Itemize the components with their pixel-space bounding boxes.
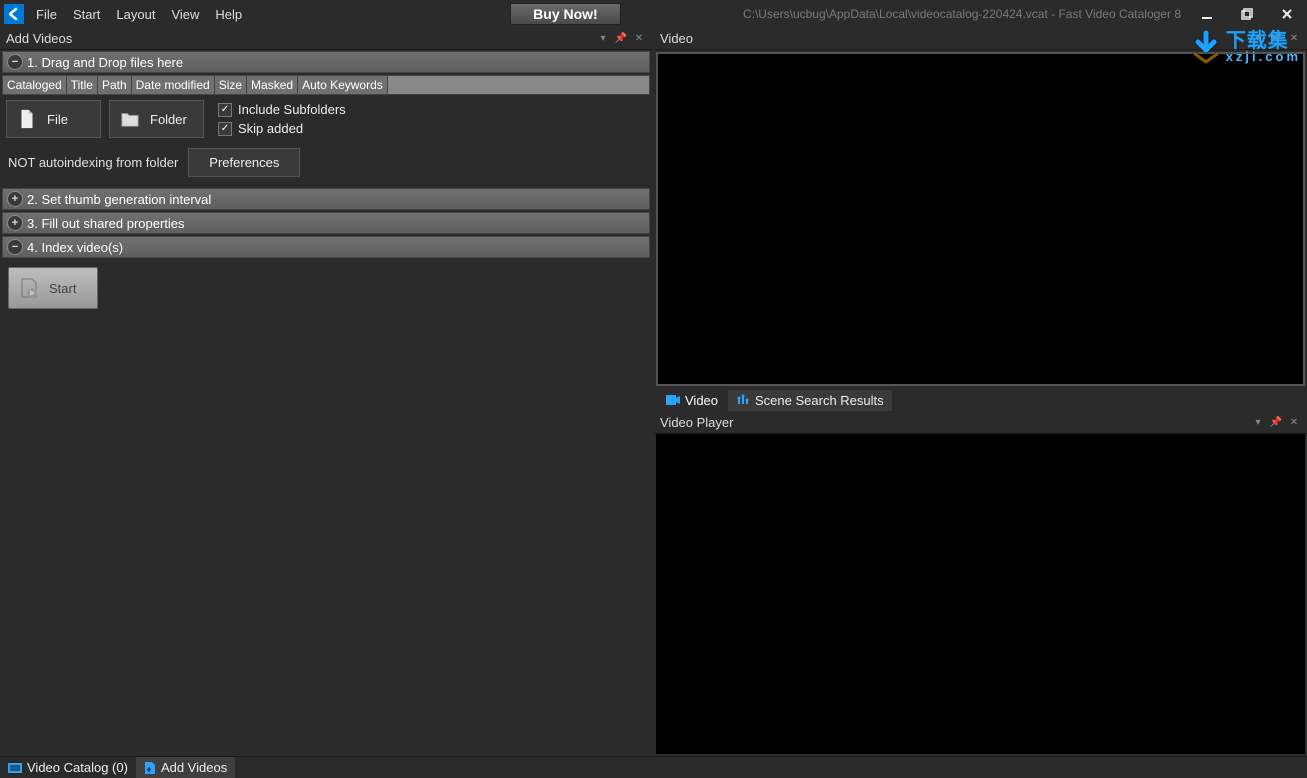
video-tab-icon [666,394,680,406]
video-tabs: Video Scene Search Results [654,388,1307,412]
video-viewport [656,52,1305,386]
section-2-label: 2. Set thumb generation interval [27,192,211,207]
tab-add-label: Add Videos [161,760,227,775]
col-size[interactable]: Size [215,76,247,94]
col-empty [388,76,649,94]
video-player-title: Video Player [660,415,733,430]
video-panel-title: Video [660,31,693,46]
file-button-label: File [47,112,68,127]
section-1-label: 1. Drag and Drop files here [27,55,183,70]
col-path[interactable]: Path [98,76,132,94]
menu-layout[interactable]: Layout [108,3,163,26]
bottom-tabs: Video Catalog (0) Add Videos [0,756,1307,778]
add-videos-icon [144,761,156,775]
include-subfolders-checkbox[interactable]: ✓ [218,103,232,117]
col-cataloged[interactable]: Cataloged [3,76,67,94]
scene-search-icon [736,394,750,406]
autoindex-row: NOT autoindexing from folder Preferences [8,148,644,177]
file-button[interactable]: File [6,100,101,138]
panel-dropdown-icon[interactable]: ▾ [1251,416,1265,430]
collapse-icon[interactable]: − [7,239,23,255]
start-icon [17,276,41,300]
tab-add-videos[interactable]: Add Videos [136,757,235,778]
menu-view[interactable]: View [163,3,207,26]
tab-catalog-label: Video Catalog (0) [27,760,128,775]
autoindex-label: NOT autoindexing from folder [8,155,178,170]
panel-close-icon[interactable]: ✕ [1287,32,1301,46]
checkbox-column: ✓ Include Subfolders ✓ Skip added [218,102,346,136]
section-4-label: 4. Index video(s) [27,240,123,255]
panel-close-icon[interactable]: ✕ [632,32,646,46]
video-player-header: Video Player ▾ 📌 ✕ [654,412,1307,434]
close-button[interactable] [1267,0,1307,28]
section-3-label: 3. Fill out shared properties [27,216,185,231]
buy-now-button[interactable]: Buy Now! [510,3,621,25]
start-button[interactable]: Start [8,267,98,309]
titlebar: File Start Layout View Help Buy Now! C:\… [0,0,1307,28]
right-pane: Video ▾ 📌 ✕ Video Scene Search Results V… [654,28,1307,756]
col-autokw[interactable]: Auto Keywords [298,76,388,94]
folder-icon [118,107,142,131]
include-subfolders-label: Include Subfolders [238,102,346,117]
panel-dropdown-icon[interactable]: ▾ [1251,32,1265,46]
file-icon [15,107,39,131]
catalog-icon [8,762,22,774]
skip-added-label: Skip added [238,121,303,136]
tab-scene-search[interactable]: Scene Search Results [728,390,892,411]
video-panel-header: Video ▾ 📌 ✕ [654,28,1307,50]
app-icon [4,4,24,24]
window-title-path: C:\Users\ucbug\AppData\Local\videocatalo… [743,7,1187,21]
section-shared-properties[interactable]: + 3. Fill out shared properties [2,212,650,234]
preferences-button[interactable]: Preferences [188,148,300,177]
add-videos-title: Add Videos [6,31,72,46]
left-empty-area [0,317,652,756]
video-player-viewport [656,434,1305,754]
folder-button[interactable]: Folder [109,100,204,138]
add-videos-pane: Add Videos ▾ 📌 ✕ − 1. Drag and Drop file… [0,28,654,756]
col-date[interactable]: Date modified [132,76,215,94]
file-folder-row: File Folder ✓ Include Subfolders ✓ Skip … [6,100,646,138]
menu-start[interactable]: Start [65,3,108,26]
expand-icon[interactable]: + [7,191,23,207]
menu-help[interactable]: Help [207,3,250,26]
section-index-videos[interactable]: − 4. Index video(s) [2,236,650,258]
col-masked[interactable]: Masked [247,76,298,94]
expand-icon[interactable]: + [7,215,23,231]
add-videos-header: Add Videos ▾ 📌 ✕ [0,28,652,50]
skip-added-checkbox[interactable]: ✓ [218,122,232,136]
start-button-label: Start [49,281,76,296]
tab-video-label: Video [685,393,718,408]
tab-video-catalog[interactable]: Video Catalog (0) [0,757,136,778]
section-thumb-interval[interactable]: + 2. Set thumb generation interval [2,188,650,210]
section-drag-drop[interactable]: − 1. Drag and Drop files here [2,51,650,73]
panel-pin-icon[interactable]: 📌 [1269,32,1283,46]
maximize-button[interactable] [1227,0,1267,28]
tab-scene-label: Scene Search Results [755,393,884,408]
panel-close-icon[interactable]: ✕ [1287,416,1301,430]
file-table-header: Cataloged Title Path Date modified Size … [2,75,650,95]
panel-dropdown-icon[interactable]: ▾ [596,32,610,46]
minimize-button[interactable] [1187,0,1227,28]
menu-file[interactable]: File [28,3,65,26]
tab-video[interactable]: Video [658,390,726,411]
panel-pin-icon[interactable]: 📌 [1269,416,1283,430]
collapse-icon[interactable]: − [7,54,23,70]
workspace: Add Videos ▾ 📌 ✕ − 1. Drag and Drop file… [0,28,1307,756]
folder-button-label: Folder [150,112,187,127]
col-title[interactable]: Title [67,76,98,94]
panel-pin-icon[interactable]: 📌 [614,32,628,46]
